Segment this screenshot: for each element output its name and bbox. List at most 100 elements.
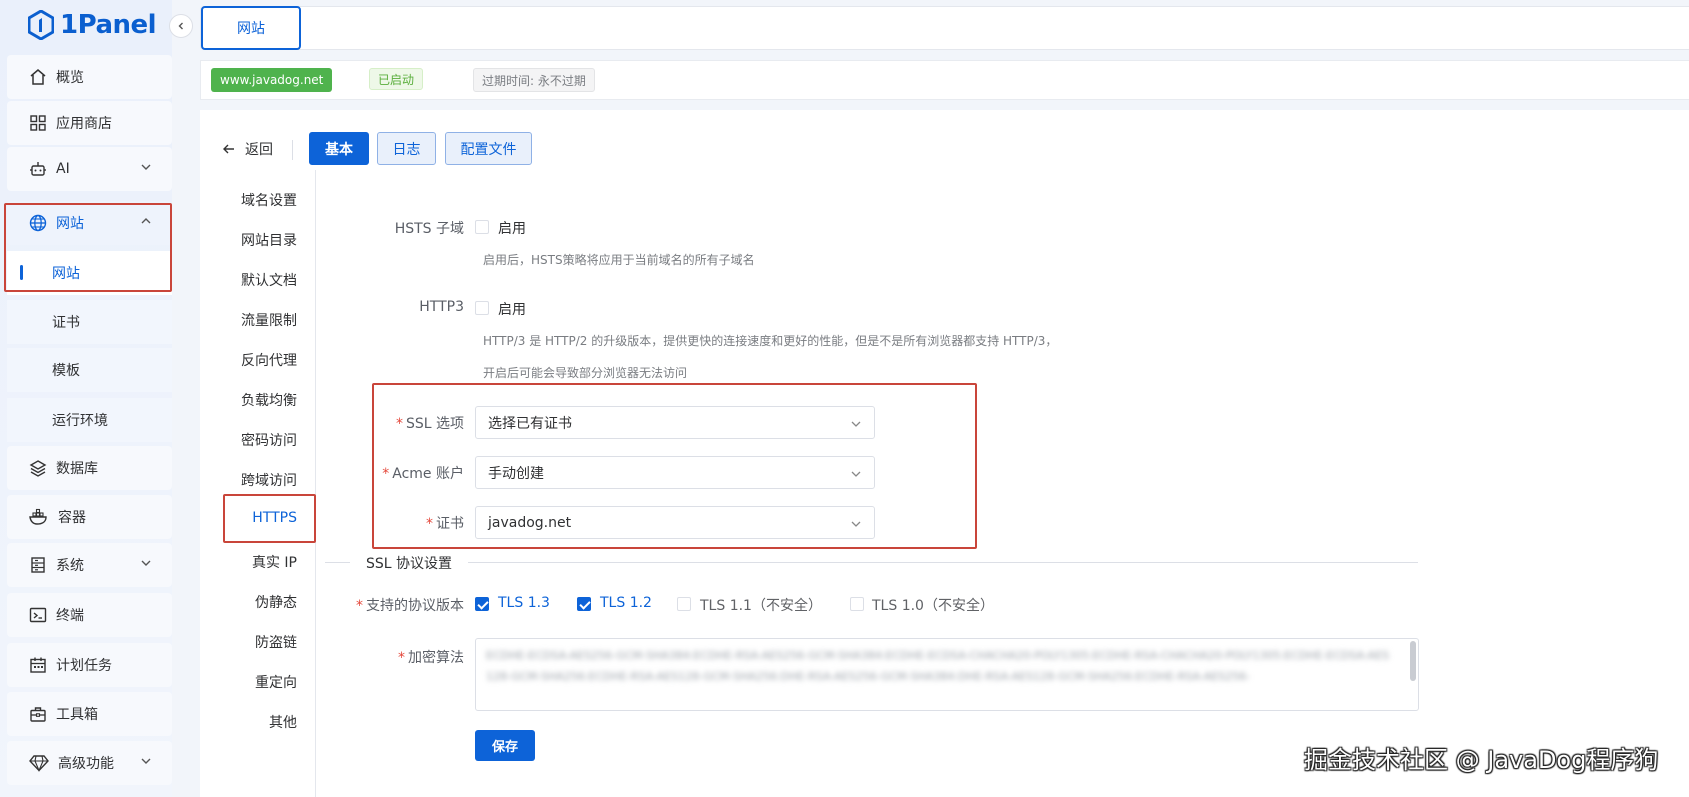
sidebar-subitem-website[interactable]: 网站 [7, 251, 172, 295]
tls13-label[interactable]: TLS 1.3 [498, 595, 550, 611]
site-info-bar: www.javadog.net 已启动 过期时间: 永不过期 [200, 60, 1689, 100]
subnav-divider [315, 170, 316, 797]
sidebar-item-label: 应用商店 [56, 116, 112, 132]
sidebar-item-ai[interactable]: AI [7, 147, 172, 191]
section-divider [325, 562, 1418, 563]
sidebar-item-appstore[interactable]: 应用商店 [7, 101, 172, 145]
textarea-scrollbar[interactable] [1410, 641, 1416, 681]
expire-tag: 过期时间: 永不过期 [473, 68, 595, 92]
collapse-sidebar-button[interactable] [169, 14, 193, 38]
hsts-subdomain-help: 启用后，HSTS策略将应用于当前域名的所有子域名 [483, 253, 755, 267]
home-icon [29, 68, 47, 86]
logo[interactable]: 1Panel [28, 8, 157, 42]
acme-account-select[interactable]: 手动创建 [475, 456, 875, 489]
required-mark: * [356, 598, 363, 614]
sidebar-item-label: 网站 [56, 216, 84, 232]
certificate-select[interactable]: javadog.net [475, 506, 875, 539]
tls12-checkbox[interactable] [577, 597, 591, 611]
domain-tag[interactable]: www.javadog.net [211, 68, 333, 92]
http3-label: HTTP3 [419, 299, 464, 315]
sidebar-item-advanced[interactable]: 高级功能 [7, 741, 172, 785]
server-icon [29, 556, 47, 574]
subnav-rewrite[interactable]: 伪静态 [255, 592, 297, 612]
required-mark: * [382, 466, 390, 482]
ssl-option-value: 选择已有证书 [488, 415, 572, 432]
sidebar-item-label: 计划任务 [56, 658, 112, 674]
sidebar: 1Panel 概览 应用商店 AI 网站 网站 证书 模板 运行环境 数据库 容… [0, 0, 172, 797]
divider [292, 140, 293, 160]
http3-checkbox-label[interactable]: 启用 [498, 299, 526, 319]
acme-account-value: 手动创建 [488, 465, 544, 482]
sidebar-item-system[interactable]: 系统 [7, 543, 172, 587]
protocols-label: * 支持的协议版本 [356, 598, 464, 614]
hsts-subdomain-checkbox-label[interactable]: 启用 [498, 218, 526, 238]
grid-icon [29, 114, 47, 132]
chevron-down-icon [140, 755, 152, 767]
tls10-checkbox[interactable] [850, 597, 864, 611]
tab-basic-button[interactable]: 基本 [309, 132, 369, 165]
back-button[interactable]: 返回 [222, 138, 273, 160]
sidebar-item-label: AI [56, 161, 70, 177]
acme-account-label: * Acme 账户 [382, 466, 464, 482]
tab-config-button[interactable]: 配置文件 [445, 132, 532, 165]
ciphers-textarea[interactable]: ECDHE-ECDSA-AES256-GCM-SHA384:ECDHE-RSA-… [475, 638, 1419, 711]
status-badge: 已启动 [369, 68, 424, 90]
required-mark: * [395, 416, 403, 432]
sidebar-item-label: 容器 [58, 510, 86, 526]
chevron-down-icon [850, 518, 862, 530]
subnav-other[interactable]: 其他 [269, 712, 297, 732]
subnav-redirect[interactable]: 重定向 [255, 672, 297, 692]
sidebar-item-cron[interactable]: 计划任务 [7, 643, 172, 687]
tls11-checkbox[interactable] [677, 597, 691, 611]
watermark: 掘金技术社区 @ JavaDog程序狗 [1304, 746, 1659, 774]
subnav-https[interactable]: HTTPS [252, 510, 297, 526]
sidebar-item-terminal[interactable]: 终端 [7, 593, 172, 637]
sidebar-item-overview[interactable]: 概览 [7, 55, 172, 99]
subnav-reverse-proxy[interactable]: 反向代理 [241, 350, 297, 370]
sidebar-item-label: 数据库 [56, 461, 98, 477]
subnav-password-access[interactable]: 密码访问 [241, 430, 297, 450]
ssl-option-select[interactable]: 选择已有证书 [475, 406, 875, 439]
sidebar-item-database[interactable]: 数据库 [7, 446, 172, 490]
sidebar-item-label: 终端 [56, 608, 84, 624]
tls13-checkbox[interactable] [475, 597, 489, 611]
subnav-cors[interactable]: 跨域访问 [241, 470, 297, 490]
sidebar-subitem-certificate[interactable]: 证书 [7, 300, 172, 344]
subnav-site-dir[interactable]: 网站目录 [241, 230, 297, 250]
chevron-up-icon [140, 215, 152, 227]
sidebar-subitem-template[interactable]: 模板 [7, 348, 172, 392]
subnav-load-balance[interactable]: 负载均衡 [241, 390, 297, 410]
logo-icon [28, 10, 54, 40]
subnav-default-doc[interactable]: 默认文档 [241, 270, 297, 290]
subnav-real-ip[interactable]: 真实 IP [252, 552, 297, 572]
http3-help-line2: 开启后可能会导致部分浏览器无法访问 [483, 366, 688, 380]
tab-log-button[interactable]: 日志 [377, 132, 436, 165]
tls11-label[interactable]: TLS 1.1（不安全） [700, 595, 822, 615]
robot-icon [29, 160, 47, 178]
sidebar-item-label: 概览 [56, 70, 84, 86]
sidebar-item-label: 工具箱 [56, 707, 98, 723]
main-panel: 返回 基本 日志 配置文件 域名设置 网站目录 默认文档 流量限制 反向代理 负… [200, 110, 1689, 797]
subnav-domain[interactable]: 域名设置 [241, 190, 297, 210]
save-button[interactable]: 保存 [475, 730, 535, 761]
tls12-label[interactable]: TLS 1.2 [600, 595, 652, 611]
required-mark: * [426, 516, 433, 532]
http3-checkbox[interactable] [475, 301, 489, 315]
subnav-anti-leech[interactable]: 防盗链 [255, 632, 297, 652]
subnav-rate-limit[interactable]: 流量限制 [241, 310, 297, 330]
ssl-option-label: * SSL 选项 [395, 416, 464, 432]
sidebar-item-toolbox[interactable]: 工具箱 [7, 692, 172, 736]
sidebar-item-website[interactable]: 网站 [7, 201, 172, 245]
sidebar-item-container[interactable]: 容器 [7, 495, 172, 539]
calendar-icon [29, 656, 47, 674]
toolbox-icon [29, 705, 47, 723]
http3-help-line1: HTTP/3 是 HTTP/2 的升级版本，提供更快的连接速度和更好的性能，但是… [483, 334, 1058, 348]
back-label: 返回 [245, 142, 273, 158]
hsts-subdomain-checkbox[interactable] [475, 220, 489, 234]
chevron-down-icon [140, 557, 152, 569]
tls10-label[interactable]: TLS 1.0（不安全） [872, 595, 994, 615]
diamond-icon [29, 754, 49, 772]
certificate-value: javadog.net [488, 514, 572, 531]
tab-website[interactable]: 网站 [201, 6, 301, 50]
sidebar-subitem-runtime[interactable]: 运行环境 [7, 398, 172, 442]
